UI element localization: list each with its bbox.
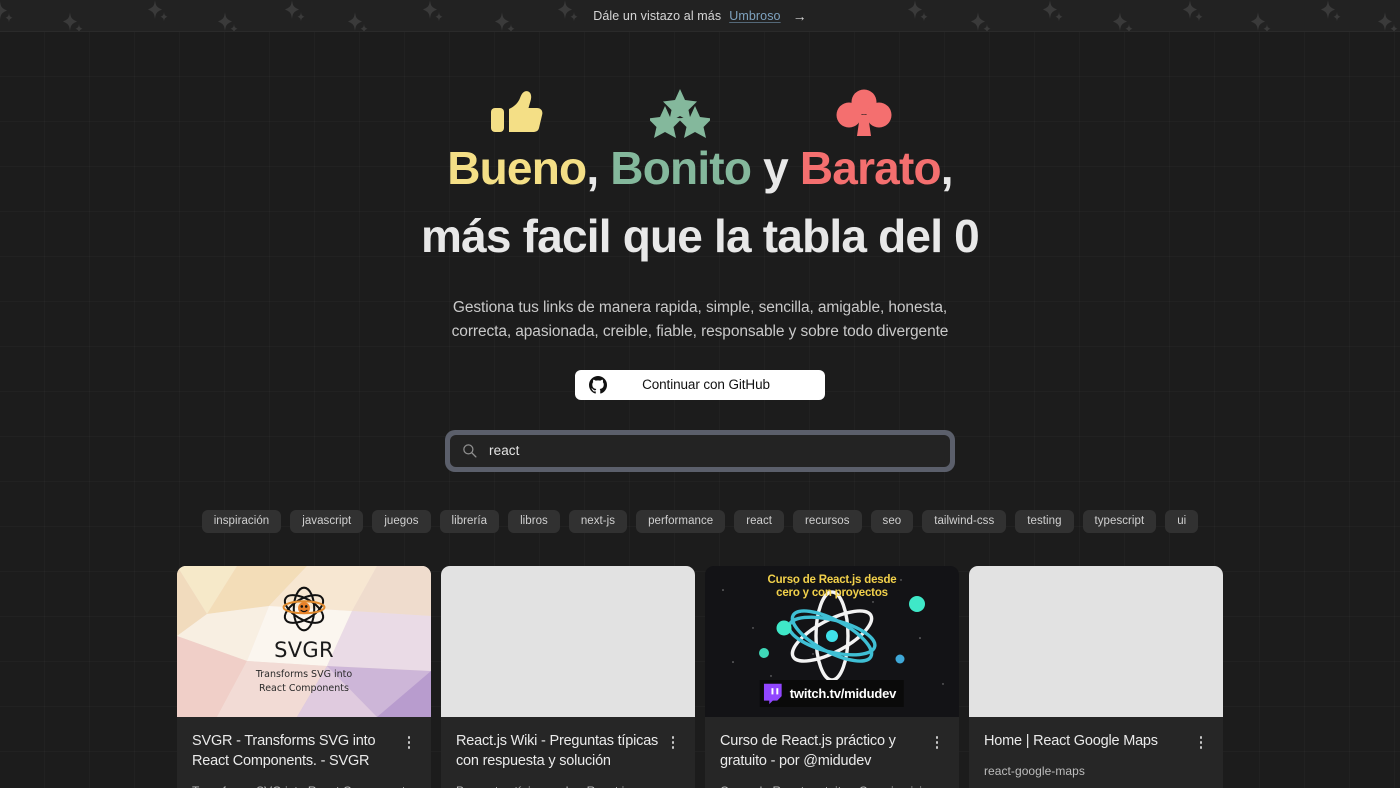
card-body: SVGR - Transforms SVG into React Compone… (177, 717, 431, 788)
kebab-menu-icon[interactable] (402, 734, 416, 752)
arrow-right-icon: → (792, 7, 807, 24)
headline-sep-1: , (586, 142, 611, 194)
card-title: SVGR - Transforms SVG into React Compone… (192, 732, 376, 770)
card-header: SVGR - Transforms SVG into React Compone… (192, 731, 416, 772)
tag-typescript[interactable]: typescript (1082, 509, 1157, 533)
card-header: React.js Wiki - Preguntas típicas con re… (456, 731, 680, 772)
hero-decoration-icons (0, 88, 1400, 140)
card-body: React.js Wiki - Preguntas típicas con re… (441, 717, 695, 788)
headline-word-bueno: Bueno (447, 142, 587, 194)
card-description: Transforms SVG into React Components. (192, 783, 416, 788)
card-thumbnail-svgr: SVGR Transforms SVG into React Components (177, 565, 431, 717)
card-description: react-google-maps (984, 763, 1085, 778)
hero-subtitle: Gestiona tus links de manera rapida, sim… (451, 298, 949, 340)
tag-tailwind-css[interactable]: tailwind-css (922, 509, 1007, 533)
headline-line-2: más facil que la tabla del 0 (421, 210, 980, 263)
link-card[interactable]: SVGR Transforms SVG into React Components… (177, 565, 431, 788)
midudev-thumb-title: Curso de React.js desde cero y con proyec… (767, 573, 897, 600)
card-description: Curso de React gratuito - Con ejercicios… (720, 783, 944, 788)
hero-section: Bueno, Bonito y Barato, más facil que la… (0, 32, 1400, 788)
continue-with-github-button[interactable]: Continuar con GitHub (575, 369, 825, 400)
headline-sep-2: y (751, 142, 800, 194)
tag-seo[interactable]: seo (870, 509, 914, 533)
card-header: Curso de React.js práctico y gratuito - … (720, 731, 944, 772)
card-body: Curso de React.js práctico y gratuito - … (705, 717, 959, 788)
link-card[interactable]: Curso de React.js desde cero y con proyec… (705, 565, 959, 788)
page-title: Bueno, Bonito y Barato, más facil que la… (0, 136, 1400, 270)
kebab-menu-icon[interactable] (1194, 734, 1208, 752)
tag-filter-list: inspiración javascript juegos librería libro… (0, 509, 1400, 533)
tag-ui[interactable]: ui (1165, 509, 1199, 533)
tag-recursos[interactable]: recursos (793, 509, 862, 533)
svgr-thumb-heading: SVGR (274, 637, 334, 662)
card-thumbnail-blank (441, 565, 695, 717)
tag-next-js[interactable]: next-js (568, 509, 628, 533)
search-icon (463, 444, 477, 458)
search-input[interactable] (489, 443, 938, 459)
react-atom-icon (282, 586, 326, 632)
card-thumbnail-blank (969, 565, 1223, 717)
card-title: Home | React Google Maps (984, 732, 1158, 749)
banner-link[interactable]: Umbroso (729, 9, 780, 23)
links-grid: SVGR Transforms SVG into React Components… (0, 565, 1400, 788)
kebab-menu-icon[interactable] (666, 734, 680, 752)
github-button-label: Continuar con GitHub (642, 377, 770, 393)
search-box[interactable] (450, 434, 950, 467)
tag-librería[interactable]: librería (439, 509, 500, 533)
search-focus-ring (445, 429, 955, 472)
twitch-url-label: twitch.tv/midudev (789, 685, 897, 701)
card-title: React.js Wiki - Preguntas típicas con re… (456, 732, 659, 770)
twitch-icon (763, 683, 782, 704)
card-thumbnail-midudev: Curso de React.js desde cero y con proyec… (705, 565, 959, 717)
headline-sep-3: , (940, 142, 954, 194)
club-suit-icon (836, 89, 892, 136)
thumbs-up-icon (491, 91, 543, 132)
tag-performance[interactable]: performance (636, 509, 726, 533)
twitch-badge: twitch.tv/midudev (759, 679, 905, 707)
card-title: Curso de React.js práctico y gratuito - … (720, 732, 896, 770)
tag-inspiración[interactable]: inspiración (201, 509, 282, 533)
svgr-thumb-subheading: Transforms SVG into React Components (255, 668, 353, 695)
tag-testing[interactable]: testing (1015, 509, 1074, 533)
card-body: Home | React Google Maps react-google-ma… (969, 717, 1223, 788)
headline-word-bonito: Bonito (610, 142, 752, 194)
banner-text: Dále un vistazo al más (593, 8, 722, 23)
card-header: Home | React Google Maps (984, 731, 1208, 752)
tag-javascript[interactable]: javascript (290, 509, 364, 533)
tag-libros[interactable]: libros (508, 509, 560, 533)
headline-word-barato: Barato (799, 142, 942, 194)
kebab-menu-icon[interactable] (930, 734, 944, 752)
three-stars-icon (650, 89, 710, 138)
promo-banner[interactable]: Dále un vistazo al más Umbroso → (0, 0, 1400, 32)
link-card[interactable]: React.js Wiki - Preguntas típicas con re… (441, 565, 695, 788)
tag-juegos[interactable]: juegos (372, 509, 431, 533)
tag-react[interactable]: react (734, 509, 785, 533)
link-card[interactable]: Home | React Google Maps react-google-ma… (969, 565, 1223, 788)
card-description: Preguntas típicas sobre React.js con res… (456, 783, 680, 788)
